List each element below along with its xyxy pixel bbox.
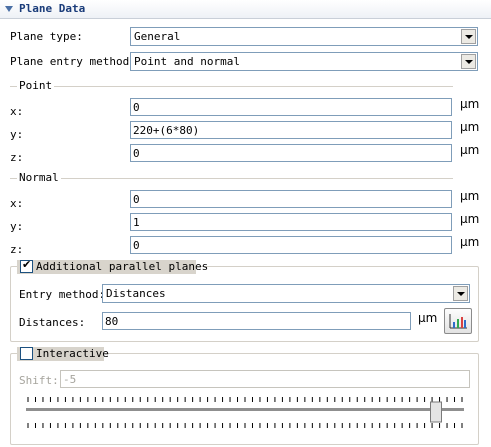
plane-entry-method-value: Point and normal bbox=[134, 55, 240, 68]
distances-value: 80 bbox=[105, 315, 119, 328]
chevron-down-icon[interactable] bbox=[461, 29, 476, 44]
normal-x-value: 0 bbox=[133, 193, 140, 206]
range-graph-button[interactable] bbox=[444, 308, 472, 334]
shift-label: Shift: bbox=[19, 374, 59, 387]
point-x-label: x: bbox=[10, 105, 24, 118]
panel-header[interactable]: Plane Data bbox=[0, 0, 491, 19]
normal-y-value: 1 bbox=[133, 216, 140, 229]
normal-z-label: z: bbox=[10, 243, 24, 256]
collapse-triangle-icon[interactable] bbox=[5, 6, 13, 12]
point-section-title: Point bbox=[17, 79, 55, 92]
entry-method-select[interactable]: Distances bbox=[102, 284, 470, 303]
plane-type-value: General bbox=[134, 30, 181, 43]
normal-x-label: x: bbox=[10, 197, 24, 210]
point-z-label: z: bbox=[10, 151, 24, 164]
parallel-planes-group bbox=[10, 266, 479, 342]
point-x-value: 0 bbox=[133, 101, 140, 114]
distances-label: Distances: bbox=[19, 316, 86, 329]
shift-input[interactable]: -5 bbox=[60, 370, 470, 388]
point-z-unit: µm bbox=[460, 143, 480, 157]
interactive-label[interactable]: Interactive bbox=[36, 347, 109, 360]
point-y-value: 220+(6*80) bbox=[133, 124, 200, 137]
normal-z-value: 0 bbox=[133, 239, 140, 252]
normal-separator bbox=[10, 178, 453, 179]
point-y-unit: µm bbox=[460, 120, 480, 134]
normal-y-label: y: bbox=[10, 220, 24, 233]
point-y-label: y: bbox=[10, 128, 24, 141]
entry-method-label: Entry method: bbox=[19, 288, 106, 301]
point-x-unit: µm bbox=[460, 97, 480, 111]
chevron-down-icon[interactable] bbox=[453, 286, 468, 301]
plane-type-select[interactable]: General bbox=[130, 27, 478, 46]
range-graph-icon bbox=[449, 314, 467, 329]
slider-thumb[interactable] bbox=[430, 401, 442, 423]
plane-entry-method-label: Plane entry method: bbox=[10, 55, 136, 68]
plane-entry-method-select[interactable]: Point and normal bbox=[130, 52, 478, 71]
point-z-input[interactable]: 0 bbox=[130, 144, 452, 162]
point-y-input[interactable]: 220+(6*80) bbox=[130, 121, 452, 139]
normal-z-unit: µm bbox=[460, 235, 480, 249]
entry-method-value: Distances bbox=[106, 287, 166, 300]
interactive-checkbox[interactable] bbox=[20, 347, 33, 360]
slider-track-highlight bbox=[26, 411, 464, 412]
slider-ticks-bottom bbox=[27, 423, 463, 428]
normal-z-input[interactable]: 0 bbox=[130, 236, 452, 254]
parallel-planes-label[interactable]: Additional parallel planes bbox=[36, 260, 208, 273]
point-x-input[interactable]: 0 bbox=[130, 98, 452, 116]
distances-unit: µm bbox=[418, 311, 438, 325]
panel-title: Plane Data bbox=[19, 2, 86, 15]
normal-x-input[interactable]: 0 bbox=[130, 190, 452, 208]
parallel-planes-checkbox[interactable] bbox=[20, 258, 33, 273]
point-separator bbox=[10, 86, 453, 87]
shift-value: -5 bbox=[63, 373, 77, 386]
distances-input[interactable]: 80 bbox=[102, 312, 411, 330]
normal-y-input[interactable]: 1 bbox=[130, 213, 452, 231]
slider-ticks-top bbox=[27, 397, 463, 402]
normal-y-unit: µm bbox=[460, 212, 480, 226]
shift-slider[interactable] bbox=[22, 394, 470, 436]
normal-x-unit: µm bbox=[460, 189, 480, 203]
normal-section-title: Normal bbox=[17, 171, 61, 184]
point-z-value: 0 bbox=[133, 147, 140, 160]
chevron-down-icon[interactable] bbox=[461, 54, 476, 69]
slider-track bbox=[26, 408, 464, 411]
plane-type-label: Plane type: bbox=[10, 30, 83, 43]
